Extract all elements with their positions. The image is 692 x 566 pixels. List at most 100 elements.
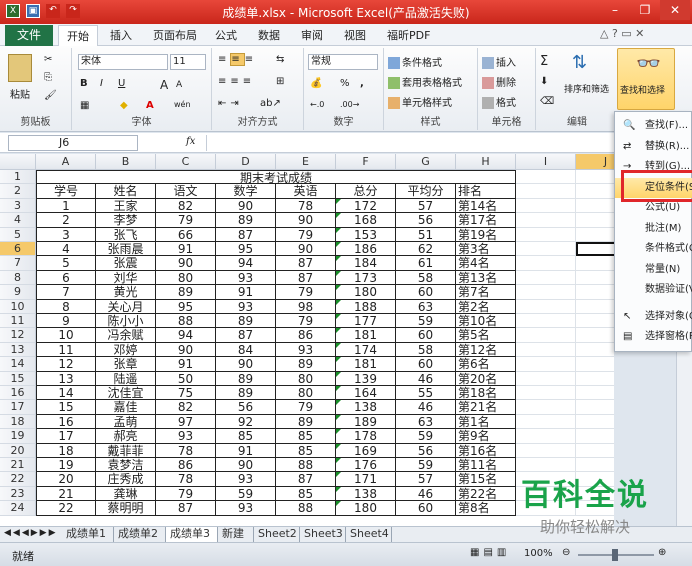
data-cell[interactable]: 90 [156, 256, 216, 271]
view-mode-icons[interactable]: ▦▤▥ [470, 547, 510, 558]
data-cell[interactable]: 95 [156, 299, 216, 314]
data-cell[interactable]: 153 [336, 227, 396, 242]
sort-filter-button[interactable]: 排序和筛选 [564, 82, 609, 95]
data-cell[interactable]: 12 [36, 357, 96, 372]
data-cell[interactable]: 51 [396, 227, 456, 242]
empty-cell[interactable] [516, 443, 576, 458]
font-size-select[interactable]: 11 [170, 54, 206, 70]
zoom-slider-thumb[interactable] [612, 549, 618, 561]
indent-icons[interactable]: ⇤⇥ [218, 98, 243, 109]
data-cell[interactable]: 第3名 [456, 242, 516, 257]
data-cell[interactable]: 57 [396, 472, 456, 487]
data-cell[interactable]: 59 [396, 429, 456, 444]
data-cell[interactable]: 85 [216, 429, 276, 444]
empty-cell[interactable] [576, 300, 614, 314]
empty-cell[interactable] [516, 213, 576, 228]
fill-icon[interactable]: ⬇ [540, 76, 548, 87]
format-painter-icon[interactable]: 🖌 [44, 90, 57, 101]
merge-center-icon[interactable]: ⊞ [276, 76, 284, 87]
paste-icon[interactable] [8, 54, 32, 82]
menu-item-replace[interactable]: ⇄ 替换(R)... [615, 137, 692, 157]
data-cell[interactable]: 84 [216, 342, 276, 358]
selected-cell[interactable] [576, 242, 614, 257]
data-cell[interactable]: 92 [216, 414, 276, 430]
data-cell[interactable]: 90 [276, 213, 336, 228]
data-cell[interactable]: 16 [36, 414, 96, 430]
data-cell[interactable]: 龚琳 [96, 486, 156, 502]
data-cell[interactable]: 11 [36, 342, 96, 358]
data-cell[interactable]: 87 [276, 256, 336, 271]
bold-button[interactable]: B [80, 78, 88, 89]
empty-cell[interactable] [576, 256, 614, 271]
data-cell[interactable]: 戴菲菲 [96, 443, 156, 458]
italic-button[interactable]: I [100, 78, 103, 89]
data-cell[interactable]: 46 [396, 486, 456, 502]
underline-button[interactable]: U [118, 78, 125, 89]
data-cell[interactable]: 张震 [96, 256, 156, 271]
empty-cell[interactable] [576, 415, 614, 430]
empty-cell[interactable] [516, 184, 576, 199]
close-button[interactable]: ✕ [660, 0, 690, 20]
row-header[interactable]: 14 [0, 357, 36, 372]
row-header[interactable]: 22 [0, 472, 36, 487]
formula-input[interactable] [206, 135, 614, 151]
data-cell[interactable]: 蔡明明 [96, 501, 156, 516]
data-cell[interactable]: 89 [156, 285, 216, 300]
empty-cell[interactable] [516, 256, 576, 271]
data-cell[interactable]: 88 [276, 458, 336, 473]
empty-cell[interactable] [516, 170, 576, 185]
phonetic-icon[interactable]: wén [174, 100, 191, 109]
data-cell[interactable]: 22 [36, 501, 96, 516]
data-cell[interactable]: 90 [216, 357, 276, 372]
data-cell[interactable]: 第8名 [456, 501, 516, 516]
delete-cells-button[interactable]: 删除 [482, 74, 516, 89]
data-cell[interactable]: 79 [156, 213, 216, 228]
data-cell[interactable]: 186 [336, 242, 396, 257]
data-cell[interactable]: 17 [36, 429, 96, 444]
data-cell[interactable]: 87 [216, 227, 276, 242]
empty-cell[interactable] [516, 270, 576, 286]
row-header[interactable]: 12 [0, 328, 36, 343]
empty-cell[interactable] [576, 170, 614, 185]
data-cell[interactable]: 79 [276, 400, 336, 415]
zoom-level[interactable]: 100% [524, 548, 553, 559]
data-cell[interactable]: 5 [36, 256, 96, 271]
data-cell[interactable]: 90 [156, 342, 216, 358]
data-cell[interactable]: 6 [36, 270, 96, 286]
clear-icon[interactable]: ⌫ [540, 96, 554, 107]
row-header[interactable]: 23 [0, 486, 36, 502]
data-cell[interactable]: 82 [156, 400, 216, 415]
row-header[interactable]: 1 [0, 170, 36, 185]
data-cell[interactable]: 第6名 [456, 357, 516, 372]
conditional-format-button[interactable]: 条件格式 [388, 54, 442, 69]
data-cell[interactable]: 56 [396, 213, 456, 228]
data-cell[interactable]: 79 [276, 227, 336, 242]
data-cell[interactable]: 13 [36, 371, 96, 386]
data-cell[interactable]: 181 [336, 328, 396, 343]
data-cell[interactable]: 171 [336, 472, 396, 487]
cell-style-button[interactable]: 单元格样式 [388, 94, 452, 109]
data-cell[interactable]: 第16名 [456, 443, 516, 458]
data-cell[interactable]: 第11名 [456, 458, 516, 473]
copy-icon[interactable]: ⎘ [44, 72, 52, 83]
menu-item-data-validation[interactable]: 数据验证(V) [615, 280, 692, 300]
menu-item-select-objects[interactable]: ↖ 选择对象(O) [615, 307, 692, 327]
data-cell[interactable]: 第17名 [456, 213, 516, 228]
column-header[interactable]: D [216, 154, 276, 170]
data-cell[interactable]: 庄秀成 [96, 472, 156, 487]
data-cell[interactable]: 嘉佳 [96, 400, 156, 415]
increase-decimal-icon[interactable]: ←.0 [310, 100, 324, 109]
row-header[interactable]: 15 [0, 371, 36, 386]
data-cell[interactable]: 第20名 [456, 371, 516, 386]
data-cell[interactable]: 87 [276, 270, 336, 286]
empty-cell[interactable] [576, 271, 614, 286]
data-cell[interactable]: 85 [276, 443, 336, 458]
data-cell[interactable]: 93 [276, 342, 336, 358]
data-cell[interactable]: 88 [156, 314, 216, 329]
empty-cell[interactable] [516, 357, 576, 372]
wrap-text-icon[interactable]: ⇆ [276, 54, 284, 65]
data-cell[interactable]: 89 [276, 414, 336, 430]
data-cell[interactable]: 63 [396, 299, 456, 314]
data-cell[interactable]: 87 [156, 501, 216, 516]
empty-cell[interactable] [516, 242, 576, 257]
